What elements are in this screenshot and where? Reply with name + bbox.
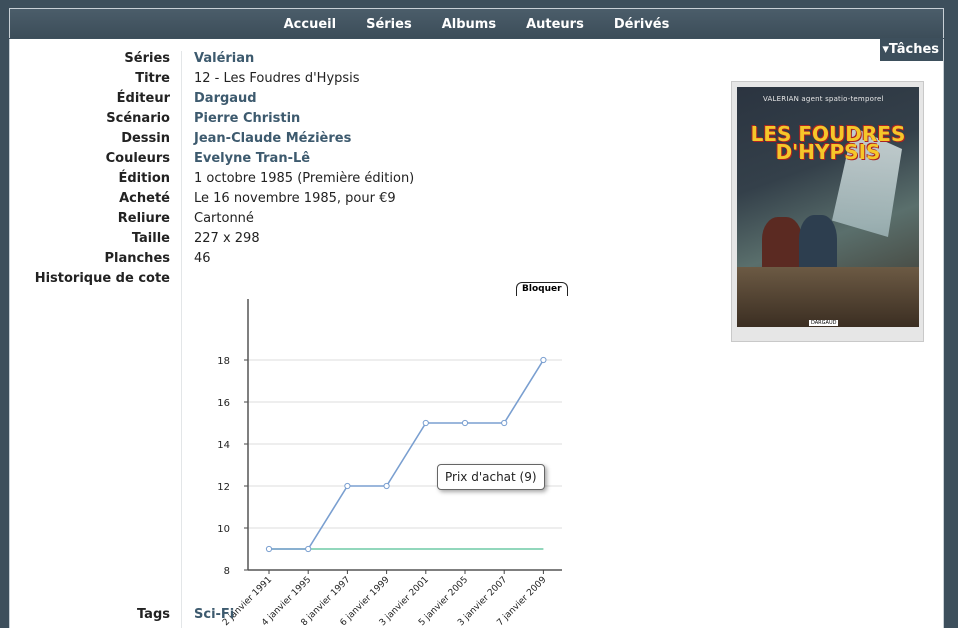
data-point	[540, 356, 547, 364]
data-point	[501, 419, 508, 427]
data-point	[383, 482, 390, 490]
data-point	[265, 545, 273, 553]
detail-labels: Séries Titre Éditeur Scénario Dessin Cou…	[10, 49, 170, 289]
colorist-link[interactable]: Evelyne Tran-Lê	[194, 151, 310, 166]
tasks-menu-button[interactable]: ▾Tâches	[880, 39, 943, 61]
nav-accueil[interactable]: Accueil	[284, 17, 336, 32]
label-colorist: Couleurs	[105, 151, 170, 166]
y-tick-label: 8	[224, 566, 230, 577]
series-link[interactable]: Valérian	[194, 51, 254, 66]
y-tick-label: 18	[217, 356, 230, 367]
value-history-chart: Bloquer 8 10 12 14 16 18 2 janvier 1991 4 janvi…	[196, 279, 576, 628]
bought-value: Le 16 novembre 1985, pour €9	[194, 191, 396, 206]
writer-link[interactable]: Pierre Christin	[194, 111, 300, 126]
label-pages: Planches	[104, 251, 170, 266]
label-title: Titre	[135, 71, 170, 86]
y-tick-label: 16	[217, 398, 230, 409]
cover-series-line: VALERIAN agent spatio-temporel	[763, 95, 884, 103]
label-binding: Reliure	[117, 211, 170, 226]
main-nav: Accueil Séries Albums Auteurs Dérivés	[10, 9, 943, 39]
label-writer: Scénario	[106, 111, 170, 126]
label-publisher: Éditeur	[116, 91, 170, 106]
nav-albums[interactable]: Albums	[442, 17, 496, 32]
album-cover-image[interactable]: VALERIAN agent spatio-temporel LES FOUDR…	[737, 87, 919, 327]
label-edition: Édition	[118, 171, 171, 186]
data-point	[305, 545, 312, 553]
label-artist: Dessin	[121, 131, 170, 146]
cover-publisher-logo: DARGAUD	[809, 320, 839, 326]
cover-figure	[799, 215, 837, 275]
nav-auteurs[interactable]: Auteurs	[526, 17, 584, 32]
tag-link-scifi[interactable]: Sci-Fi	[194, 607, 234, 622]
label-size: Taille	[131, 231, 170, 246]
title-value: 12 - Les Foudres d'Hypsis	[194, 71, 360, 86]
pages-value: 46	[194, 251, 211, 266]
label-value-history: Historique de cote	[34, 271, 170, 286]
label-tags: Tags	[136, 607, 170, 622]
nav-derives[interactable]: Dérivés	[614, 17, 670, 32]
cover-deck	[737, 267, 919, 327]
detail-values: Valérian 12 - Les Foudres d'Hypsis Darga…	[194, 49, 414, 269]
publisher-link[interactable]: Dargaud	[194, 91, 257, 106]
column-divider	[181, 51, 182, 628]
y-tick-label: 12	[217, 482, 230, 493]
data-point	[344, 482, 351, 490]
size-value: 227 x 298	[194, 231, 260, 246]
series-line-0	[269, 359, 545, 550]
chart-canvas: 810121416182 janvier 19914 janvier 19958…	[217, 299, 562, 628]
artist-link[interactable]: Jean-Claude Mézières	[194, 131, 351, 146]
album-detail-panel: ▾Tâches Séries Titre Éditeur Scénario De…	[9, 39, 944, 628]
data-point	[461, 419, 469, 427]
data-point	[422, 419, 429, 427]
cover-title: LES FOUDRES D'HYPSIS	[750, 122, 906, 164]
y-tick-label: 10	[217, 524, 230, 535]
cover-image-frame[interactable]: VALERIAN agent spatio-temporel LES FOUDR…	[731, 81, 924, 342]
edition-value: 1 octobre 1985 (Première édition)	[194, 171, 415, 186]
navigation-bar: Accueil Séries Albums Auteurs Dérivés	[9, 8, 944, 38]
binding-value: Cartonné	[194, 211, 254, 226]
cover-figure	[762, 217, 802, 272]
label-series: Séries	[124, 51, 170, 66]
y-tick-label: 14	[217, 440, 230, 451]
chart-tooltip: Prix d'achat (9)	[437, 464, 545, 490]
nav-series[interactable]: Séries	[366, 17, 412, 32]
label-bought: Acheté	[119, 191, 170, 206]
